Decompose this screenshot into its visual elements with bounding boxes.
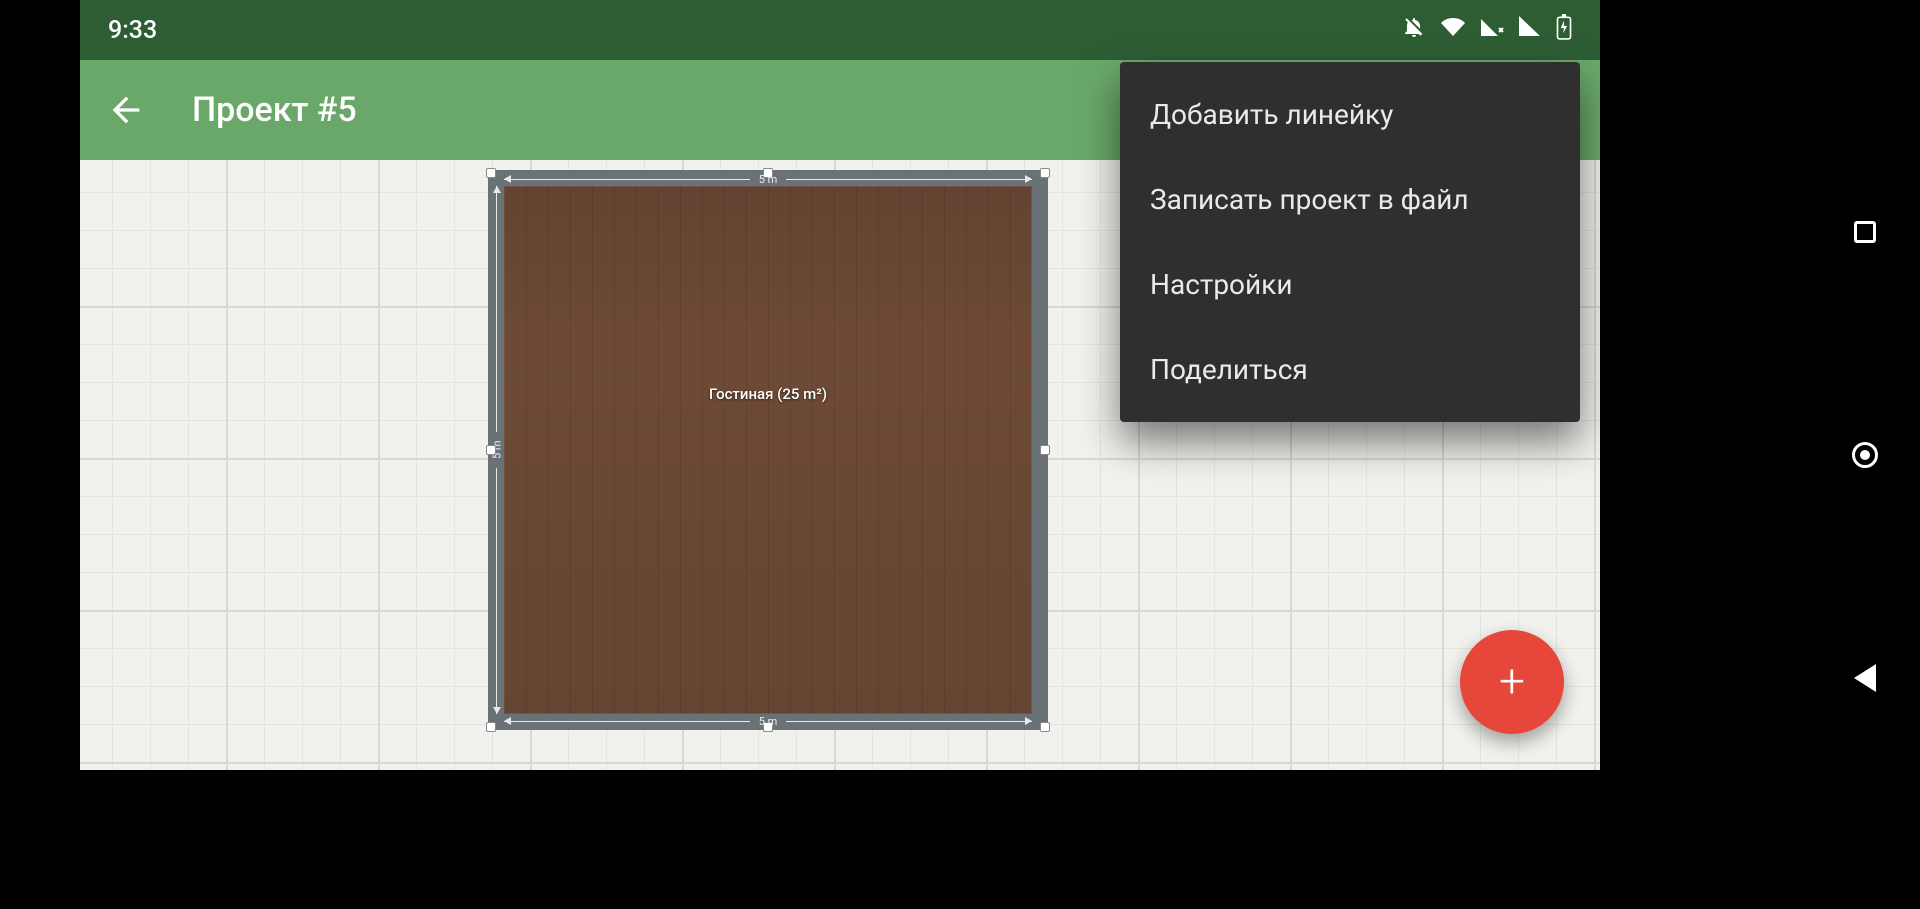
room-floor [504,186,1032,714]
status-time: 9:33 [108,16,157,45]
resize-handle[interactable] [1040,168,1050,178]
device-frame: 9:33 [0,0,1920,909]
dimension-bottom: 5 m [504,714,1032,728]
status-bar: 9:33 [80,0,1600,60]
wifi-icon [1440,15,1466,46]
signal-icon [1518,15,1542,46]
menu-save-to-file[interactable]: Записать проект в файл [1120,157,1580,242]
nav-back-button[interactable] [1841,654,1889,702]
resize-handle[interactable] [486,722,496,732]
dimension-top: 5 m [504,172,1032,186]
room[interactable]: 5 m 5 m 5 m Гостиная (25 m²) [488,170,1048,730]
nav-recent-button[interactable] [1841,208,1889,256]
add-fab[interactable]: + [1460,630,1564,734]
room-label: Гостиная (25 m²) [709,385,827,403]
overflow-menu: Добавить линейку Записать проект в файл … [1120,62,1580,422]
nav-home-button[interactable] [1841,431,1889,479]
status-icons [1402,14,1572,47]
android-nav-bar [1810,0,1920,909]
resize-handle[interactable] [486,445,496,455]
project-title: Проект #5 [192,90,357,130]
battery-charging-icon [1556,14,1572,47]
resize-handle[interactable] [1040,445,1050,455]
dnd-off-icon [1402,15,1426,46]
menu-share[interactable]: Поделиться [1120,327,1580,412]
resize-handle[interactable] [486,168,496,178]
back-button[interactable] [96,80,156,140]
plus-icon: + [1499,659,1525,705]
signal-no-data-icon [1480,15,1504,46]
menu-settings[interactable]: Настройки [1120,242,1580,327]
resize-handle[interactable] [1040,722,1050,732]
menu-add-ruler[interactable]: Добавить линейку [1120,72,1580,157]
phone-viewport: 9:33 [80,0,1600,770]
